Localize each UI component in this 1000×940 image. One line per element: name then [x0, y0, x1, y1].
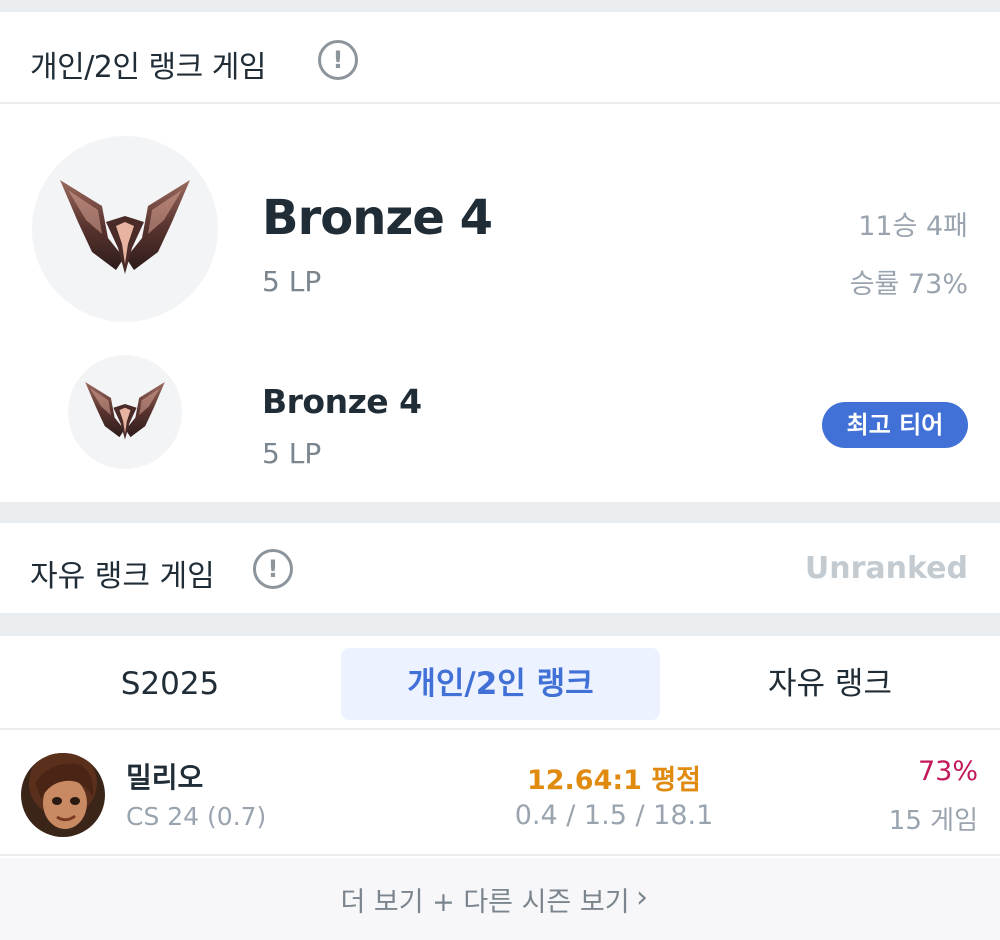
solo-rank-header: 개인/2인 랭크 게임 ! — [0, 12, 1000, 104]
solo-rank-panel: 개인/2인 랭크 게임 ! Bronze 4 5 LP 11승 4패 승률 73… — [0, 12, 1000, 502]
kda-detail: 0.4 / 1.5 / 18.1 — [514, 800, 714, 831]
tab-season[interactable]: S2025 — [0, 648, 340, 720]
info-icon[interactable]: ! — [318, 40, 358, 80]
champion-stats-panel: S2025 개인/2인 랭크 자유 랭크 밀리오 CS 24 (0.7) 12.… — [0, 636, 1000, 940]
kda-ratio: 12.64:1 평점 — [526, 765, 702, 796]
more-seasons-label: 더 보기 + 다른 시즌 보기 — [340, 887, 630, 918]
more-seasons-button[interactable]: 더 보기 + 다른 시즌 보기 › — [0, 858, 1000, 940]
bronze-emblem-icon — [32, 136, 218, 322]
champion-games: 15 게임 — [888, 806, 978, 836]
best-tier: Bronze 4 — [262, 382, 422, 421]
solo-rank-title: 개인/2인 랭크 게임 — [30, 50, 266, 85]
champion-row[interactable]: 밀리오 CS 24 (0.7) 12.64:1 평점 0.4 / 1.5 / 1… — [0, 732, 1000, 856]
flex-rank-status: Unranked — [804, 551, 968, 586]
current-tier: Bronze 4 — [262, 190, 493, 246]
best-tier-badge: 최고 티어 — [822, 402, 968, 448]
info-icon[interactable]: ! — [253, 549, 293, 589]
win-loss-record: 11승 4패 — [858, 211, 968, 242]
bronze-emblem-small-icon — [68, 355, 182, 469]
tab-flex-rank[interactable]: 자유 랭크 — [660, 648, 1000, 720]
flex-rank-title: 자유 랭크 게임 — [30, 559, 215, 594]
champion-win-rate: 73% — [917, 756, 978, 787]
current-lp: 5 LP — [262, 265, 322, 298]
tab-solo-rank[interactable]: 개인/2인 랭크 — [341, 648, 660, 720]
best-lp: 5 LP — [262, 437, 322, 470]
queue-tabs: S2025 개인/2인 랭크 자유 랭크 — [0, 636, 1000, 730]
win-rate: 승률 73% — [849, 269, 968, 300]
chevron-right-icon: › — [636, 880, 648, 915]
flex-rank-panel: 자유 랭크 게임 ! Unranked — [0, 523, 1000, 613]
